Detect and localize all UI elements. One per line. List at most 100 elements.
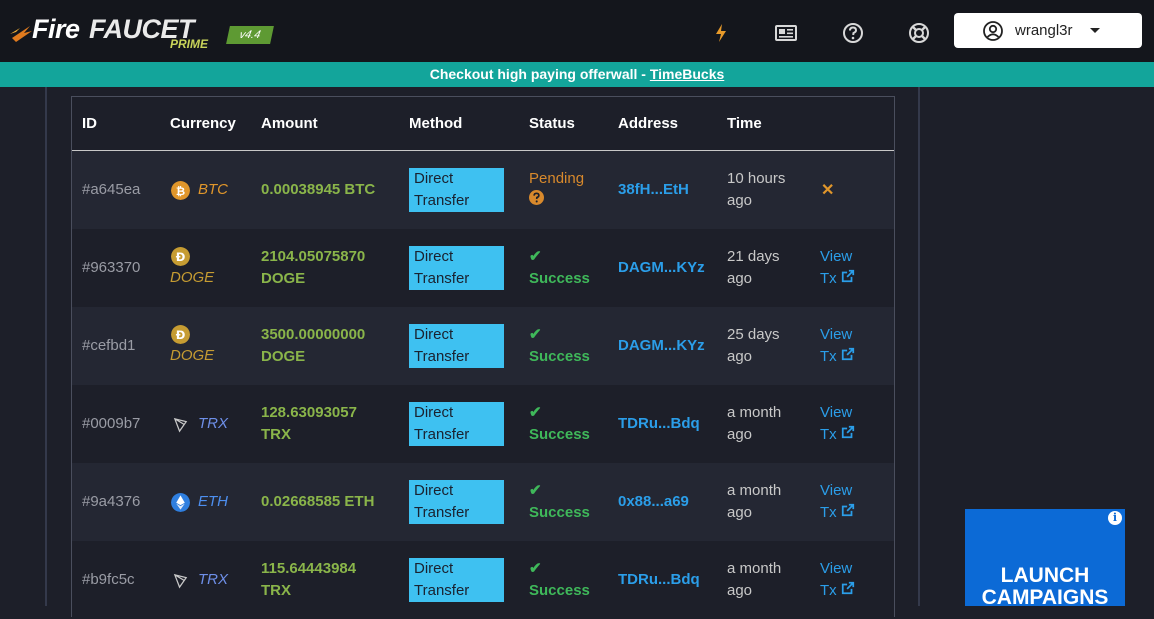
table-row: #a645ea ₿ BTC 0.00038945 BTC Direct Tran… <box>72 151 894 229</box>
status-label: Pending <box>529 170 585 187</box>
currency-label: BTC <box>198 181 228 198</box>
view-tx-link[interactable]: View Tx <box>820 246 872 290</box>
version-badge: v4.4 <box>226 26 274 44</box>
method-badge: Direct Transfer <box>409 168 504 212</box>
user-menu-button[interactable]: wrangl3r <box>954 13 1142 48</box>
withdrawal-id: #b9fc5c <box>82 571 135 588</box>
content-border-right <box>918 87 920 606</box>
external-link-icon <box>841 347 854 361</box>
doge-icon: Đ <box>171 325 190 344</box>
table-row: #cefbd1 Đ DOGE 3500.00000000 DOGE Direct… <box>72 307 894 385</box>
view-tx-link[interactable]: View Tx <box>820 402 872 446</box>
time-value: a month ago <box>727 560 782 599</box>
username: wrangl3r <box>1015 22 1073 39</box>
address-link[interactable]: 0x88...a69 <box>618 493 689 510</box>
status-label: Success <box>529 582 590 599</box>
user-avatar-icon <box>983 20 1003 41</box>
column-id: ID <box>82 115 97 132</box>
address-link[interactable]: DAGM...KYz <box>618 259 705 276</box>
status-label: Success <box>529 348 590 365</box>
amount-value: 128.63093057 TRX <box>261 404 357 443</box>
withdrawal-id: #0009b7 <box>82 415 141 432</box>
trx-icon <box>171 571 190 590</box>
table-row: #b9fc5c TRX 115.64443984 TRX Direct Tran… <box>72 541 894 619</box>
support-icon[interactable] <box>908 22 930 44</box>
table-row: #963370 Đ DOGE 2104.05075870 DOGE Direct… <box>72 229 894 307</box>
column-time: Time <box>727 115 762 132</box>
check-icon: ✔ <box>529 248 542 265</box>
view-tx-link[interactable]: View Tx <box>820 324 872 368</box>
table-header: ID Currency Amount Method Status Address… <box>72 97 894 151</box>
amount-value: 2104.05075870 DOGE <box>261 248 366 287</box>
check-icon: ✔ <box>529 482 542 499</box>
currency-label: TRX <box>198 415 228 432</box>
method-badge: Direct Transfer <box>409 246 504 290</box>
ad-banner[interactable]: i LAUNCH CAMPAIGNS <box>965 509 1125 606</box>
check-icon: ✔ <box>529 404 542 421</box>
table-row: #0009b7 TRX 128.63093057 TRX Direct Tran… <box>72 385 894 463</box>
time-value: a month ago <box>727 404 782 443</box>
withdrawal-id: #9a4376 <box>82 493 141 510</box>
table-row: #9a4376 ETH 0.02668585 ETH Direct Transf… <box>72 463 894 541</box>
method-badge: Direct Transfer <box>409 402 504 446</box>
logo-fire-text: Fire <box>32 14 80 44</box>
column-currency: Currency <box>170 115 236 132</box>
withdrawals-table: ID Currency Amount Method Status Address… <box>71 96 895 619</box>
site-logo[interactable]: Fire FAUCET PRIME v4.4 <box>10 8 280 58</box>
status-label: Success <box>529 504 590 521</box>
time-value: 25 days ago <box>727 326 780 365</box>
time-value: 10 hours ago <box>727 170 786 209</box>
time-value: a month ago <box>727 482 782 521</box>
status-success: ✔ Success <box>529 402 590 446</box>
column-amount: Amount <box>261 115 318 132</box>
question-icon[interactable] <box>529 190 544 205</box>
address-link[interactable]: TDRu...Bdq <box>618 415 700 432</box>
status-pending: Pending <box>529 168 584 212</box>
check-icon: ✔ <box>529 560 542 577</box>
currency-label: TRX <box>198 571 228 588</box>
external-link-icon <box>841 581 854 595</box>
svg-text:Đ: Đ <box>176 250 186 264</box>
amount-value: 3500.00000000 DOGE <box>261 326 366 365</box>
timebucks-link[interactable]: TimeBucks <box>650 66 724 82</box>
address-link[interactable]: DAGM...KYz <box>618 337 705 354</box>
status-success: ✔ Success <box>529 324 590 368</box>
trx-icon <box>171 415 190 434</box>
address-link[interactable]: TDRu...Bdq <box>618 571 700 588</box>
currency-label: ETH <box>198 493 228 510</box>
lightning-icon[interactable] <box>710 22 732 44</box>
amount-value: 0.02668585 ETH <box>261 493 375 510</box>
column-status: Status <box>529 115 575 132</box>
btc-icon: ₿ <box>171 181 190 200</box>
amount-value: 115.64443984 TRX <box>261 560 357 599</box>
method-badge: Direct Transfer <box>409 480 504 524</box>
status-label: Success <box>529 270 590 287</box>
notice-text: Checkout high paying offerwall - <box>429 66 650 82</box>
address-link[interactable]: 38fH...EtH <box>618 181 689 198</box>
column-method: Method <box>409 115 463 132</box>
help-icon[interactable] <box>842 22 864 44</box>
currency-label: DOGE <box>170 347 215 364</box>
eth-icon <box>171 493 190 512</box>
ad-text: LAUNCH CAMPAIGNS <box>981 564 1109 607</box>
chevron-down-icon <box>1089 27 1100 33</box>
svg-text:Đ: Đ <box>176 328 186 342</box>
currency-label: DOGE <box>170 269 215 286</box>
status-success: ✔ Success <box>529 246 590 290</box>
withdrawal-id: #cefbd1 <box>82 337 136 354</box>
view-tx-link[interactable]: View Tx <box>820 558 872 602</box>
column-address: Address <box>618 115 679 132</box>
cancel-icon[interactable]: ✕ <box>821 180 834 200</box>
external-link-icon <box>841 425 854 439</box>
doge-icon: Đ <box>171 247 190 266</box>
external-link-icon <box>841 503 854 517</box>
status-success: ✔ Success <box>529 480 590 524</box>
method-badge: Direct Transfer <box>409 558 504 602</box>
top-bar: Fire FAUCET PRIME v4.4 wrangl3r <box>0 0 1154 62</box>
logo-prime-text: PRIME <box>170 37 209 51</box>
ad-info-icon[interactable]: i <box>1108 511 1122 525</box>
method-badge: Direct Transfer <box>409 324 504 368</box>
status-label: Success <box>529 426 590 443</box>
view-tx-link[interactable]: View Tx <box>820 480 872 524</box>
newspaper-icon[interactable] <box>775 22 797 44</box>
